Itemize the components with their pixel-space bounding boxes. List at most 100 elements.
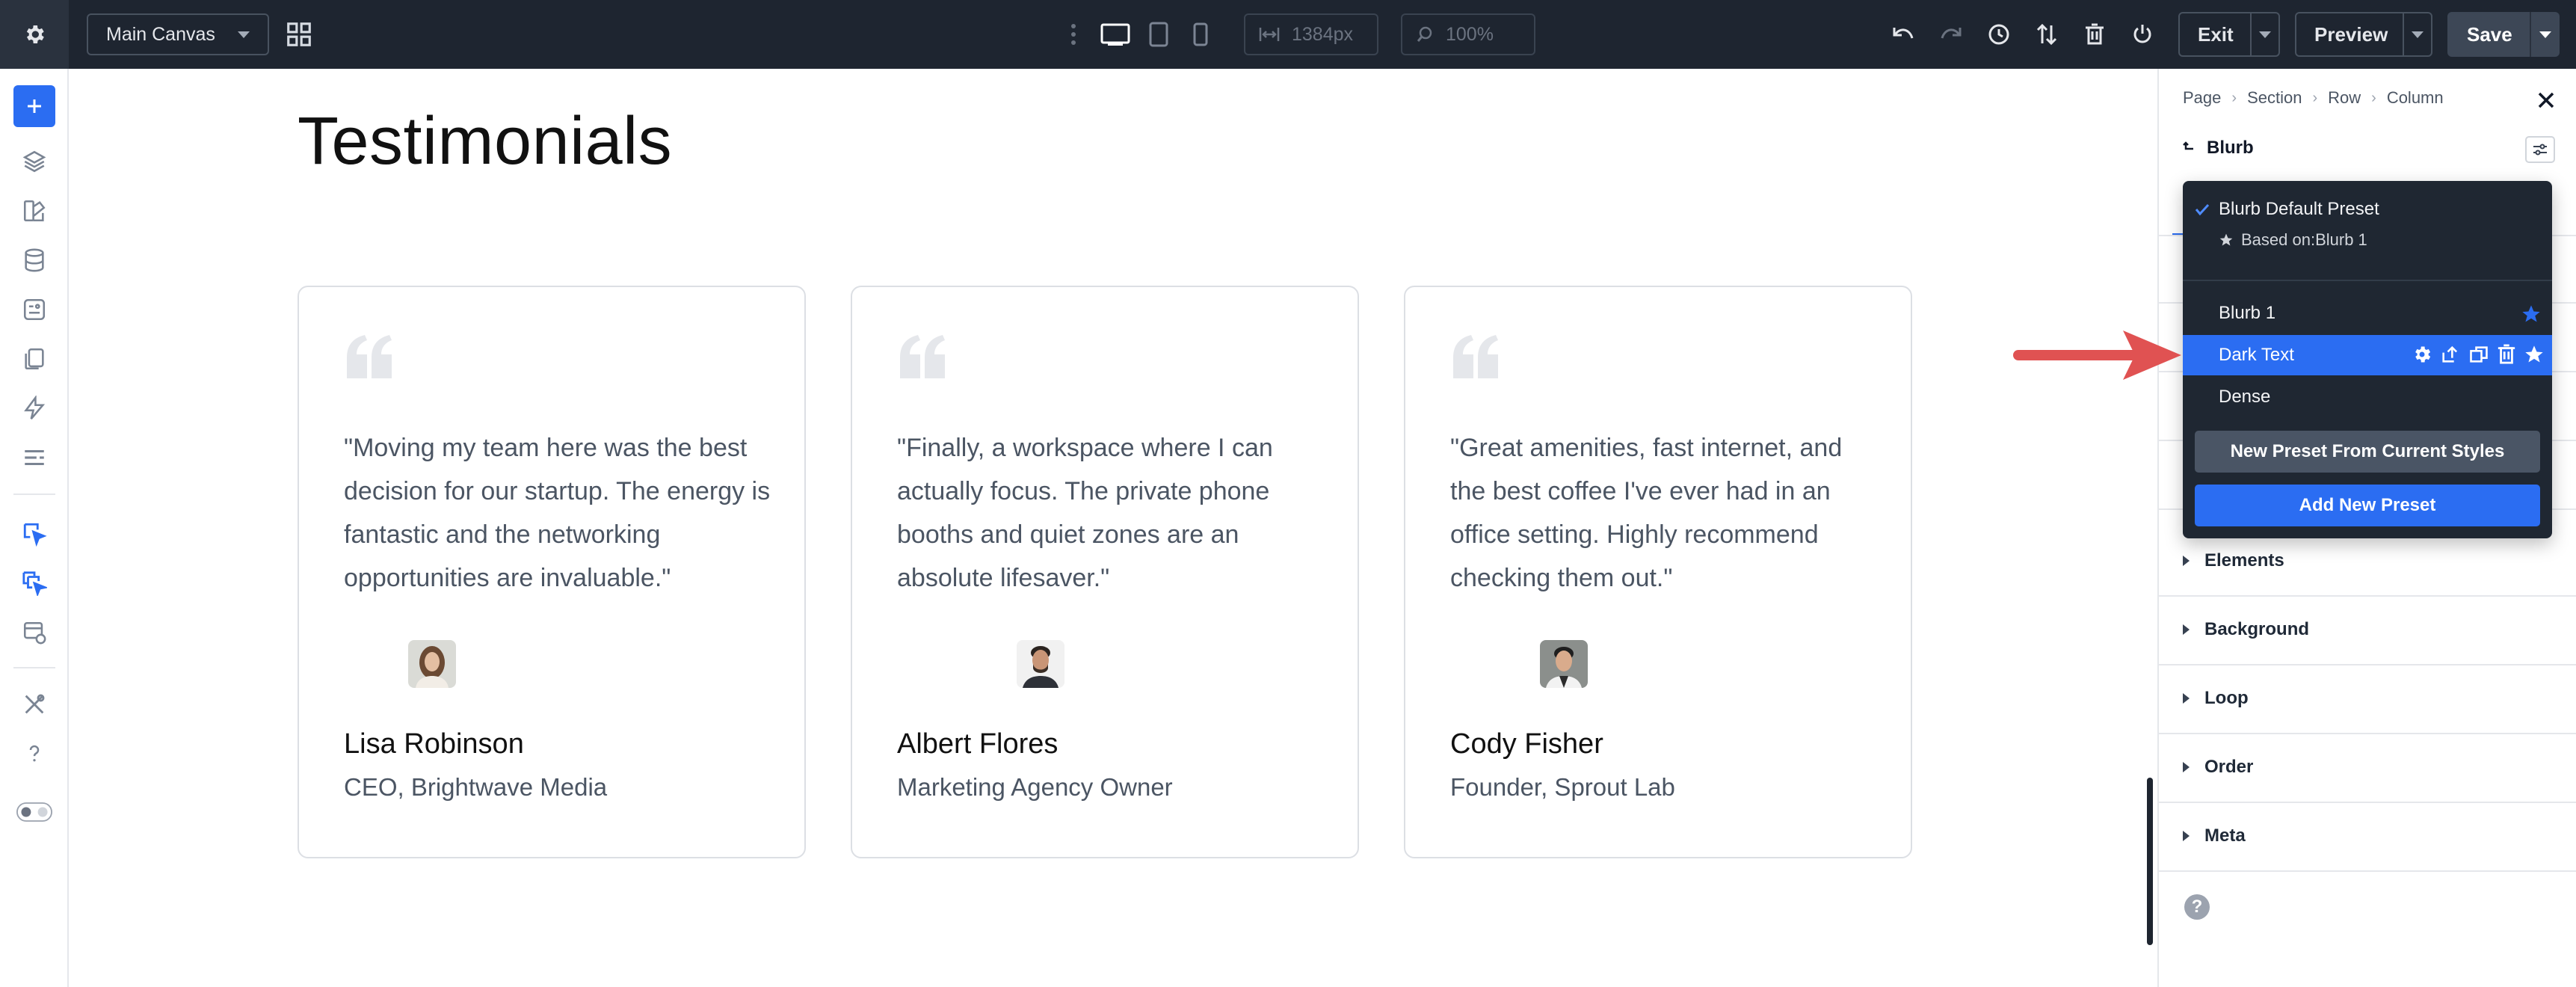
clear-layout-button[interactable] [2077, 16, 2113, 52]
canvases-grid-button[interactable] [281, 16, 317, 52]
sidebar-divider [13, 667, 55, 668]
section-toggle-order[interactable]: Order [2183, 757, 2253, 778]
based-on-label: Based on:Blurb 1 [2241, 230, 2367, 249]
chevron-down-icon [2259, 31, 2271, 38]
preview-dropdown-toggle[interactable] [2403, 13, 2431, 55]
multi-select-button[interactable] [16, 565, 52, 601]
preset-actions [2412, 344, 2545, 365]
section-toggle-elements[interactable]: Elements [2183, 550, 2284, 571]
section-toggle-background[interactable]: Background [2183, 619, 2309, 640]
star-icon[interactable] [2524, 344, 2545, 365]
breadcrumb-item-page[interactable]: Page [2183, 88, 2221, 108]
quote-icon [900, 335, 945, 378]
search-icon [1417, 26, 1432, 42]
portability-button[interactable] [2029, 16, 2065, 52]
mode-toggle[interactable] [16, 794, 52, 830]
global-variables-button[interactable] [16, 292, 52, 328]
export-icon[interactable] [2440, 344, 2461, 365]
exit-button[interactable]: Exit [2178, 12, 2280, 57]
back-arrow-icon[interactable] [2183, 141, 2196, 155]
layers-button[interactable] [16, 144, 52, 179]
canvas-width-field[interactable]: 1384px [1244, 13, 1378, 55]
testimonial-card[interactable]: "Moving my team here was the best decisi… [298, 286, 806, 858]
chevron-down-icon [2412, 31, 2424, 38]
gear-icon [26, 25, 44, 43]
default-preset-item[interactable]: Blurb Default Preset [2195, 199, 2379, 220]
breadcrumb-item-section[interactable]: Section [2247, 88, 2302, 108]
chevron-right-icon: › [2312, 89, 2318, 106]
preset-menu-toggle[interactable] [2525, 136, 2555, 163]
checkmark-icon [2195, 203, 2210, 216]
preset-label: Blurb 1 [2219, 303, 2276, 323]
module-name: Blurb [2207, 138, 2254, 158]
preset-item-dense[interactable]: Dense [2183, 377, 2552, 417]
save-button[interactable]: Save [2447, 12, 2560, 57]
gear-icon[interactable] [2412, 344, 2432, 365]
layers-icon [22, 150, 46, 173]
tablet-view-button[interactable] [1141, 16, 1177, 52]
person-role: Marketing Agency Owner [897, 773, 1173, 801]
person-role: CEO, Brightwave Media [344, 773, 608, 801]
preview-button[interactable]: Preview [2295, 12, 2432, 57]
testimonial-card[interactable]: "Finally, a workspace where I can actual… [851, 286, 1359, 858]
section-label: Elements [2204, 550, 2284, 571]
testimonial-card[interactable]: "Great amenities, fast internet, and the… [1404, 286, 1912, 858]
canvas-select[interactable]: Main Canvas [87, 13, 269, 55]
section-toggle-loop[interactable]: Loop [2183, 688, 2249, 709]
interactions-button[interactable] [16, 390, 52, 426]
power-button[interactable] [2124, 16, 2160, 52]
trash-icon[interactable] [2497, 344, 2516, 365]
preset-sliders-icon [2533, 144, 2547, 156]
import-export-icon [2036, 23, 2057, 46]
add-new-preset-button[interactable]: Add New Preset [2195, 485, 2540, 526]
avatar [1540, 640, 1588, 688]
canvas-width-value: 1384px [1292, 23, 1354, 45]
undo-button[interactable] [1885, 16, 1921, 52]
testimonial-quote: "Moving my team here was the best decisi… [344, 434, 771, 592]
star-icon[interactable] [2521, 304, 2542, 325]
phone-view-button[interactable] [1183, 16, 1218, 52]
testimonial-quote: "Finally, a workspace where I can actual… [897, 434, 1273, 592]
database-button[interactable] [16, 242, 52, 278]
duplicate-icon[interactable] [2468, 344, 2489, 365]
desktop-view-button[interactable] [1097, 16, 1133, 52]
new-preset-from-current-button[interactable]: New Preset From Current Styles [2195, 431, 2540, 473]
preset-label: Dark Text [2219, 345, 2294, 365]
caret-right-icon [2183, 831, 2190, 841]
section-label: Loop [2204, 688, 2249, 708]
divider [2159, 664, 2576, 665]
zoom-field[interactable]: 100% [1401, 13, 1535, 55]
section-toggle-meta[interactable]: Meta [2183, 825, 2246, 846]
close-icon [2538, 92, 2554, 108]
exit-dropdown-toggle[interactable] [2250, 13, 2278, 55]
sliders-list-icon [25, 449, 44, 466]
preset-item-dark-text[interactable]: Dark Text [2183, 335, 2552, 375]
zoom-value: 100% [1446, 23, 1494, 45]
exit-label: Exit [2198, 22, 2234, 46]
avatar [1017, 640, 1064, 688]
breadcrumb-item-column[interactable]: Column [2387, 88, 2444, 108]
question-mark-icon [29, 745, 40, 762]
page-settings-button[interactable] [16, 440, 52, 476]
tools-button[interactable] [16, 686, 52, 722]
preset-item-blurb-1[interactable]: Blurb 1 [2183, 293, 2552, 333]
save-dropdown-toggle[interactable] [2530, 12, 2560, 57]
phone-icon [1193, 22, 1208, 46]
pages-button[interactable] [16, 341, 52, 377]
redo-button[interactable] [1933, 16, 1969, 52]
help-button[interactable] [16, 736, 52, 772]
close-panel-button[interactable] [2534, 88, 2558, 112]
history-button[interactable] [1981, 16, 2017, 52]
more-options-button[interactable] [1064, 16, 1082, 52]
builder-settings-button[interactable] [0, 0, 69, 69]
quote-icon [1453, 335, 1498, 378]
desktop-icon [1100, 23, 1130, 46]
canvas-scrollbar[interactable] [2147, 778, 2153, 945]
select-element-button[interactable] [16, 516, 52, 552]
responsive-editor-button[interactable] [16, 615, 52, 651]
page-title[interactable]: Testimonials [298, 103, 672, 180]
design-library-button[interactable] [16, 193, 52, 229]
breadcrumb-item-row[interactable]: Row [2328, 88, 2361, 108]
add-module-button[interactable] [13, 85, 55, 127]
help-icon[interactable]: ? [2184, 894, 2210, 920]
